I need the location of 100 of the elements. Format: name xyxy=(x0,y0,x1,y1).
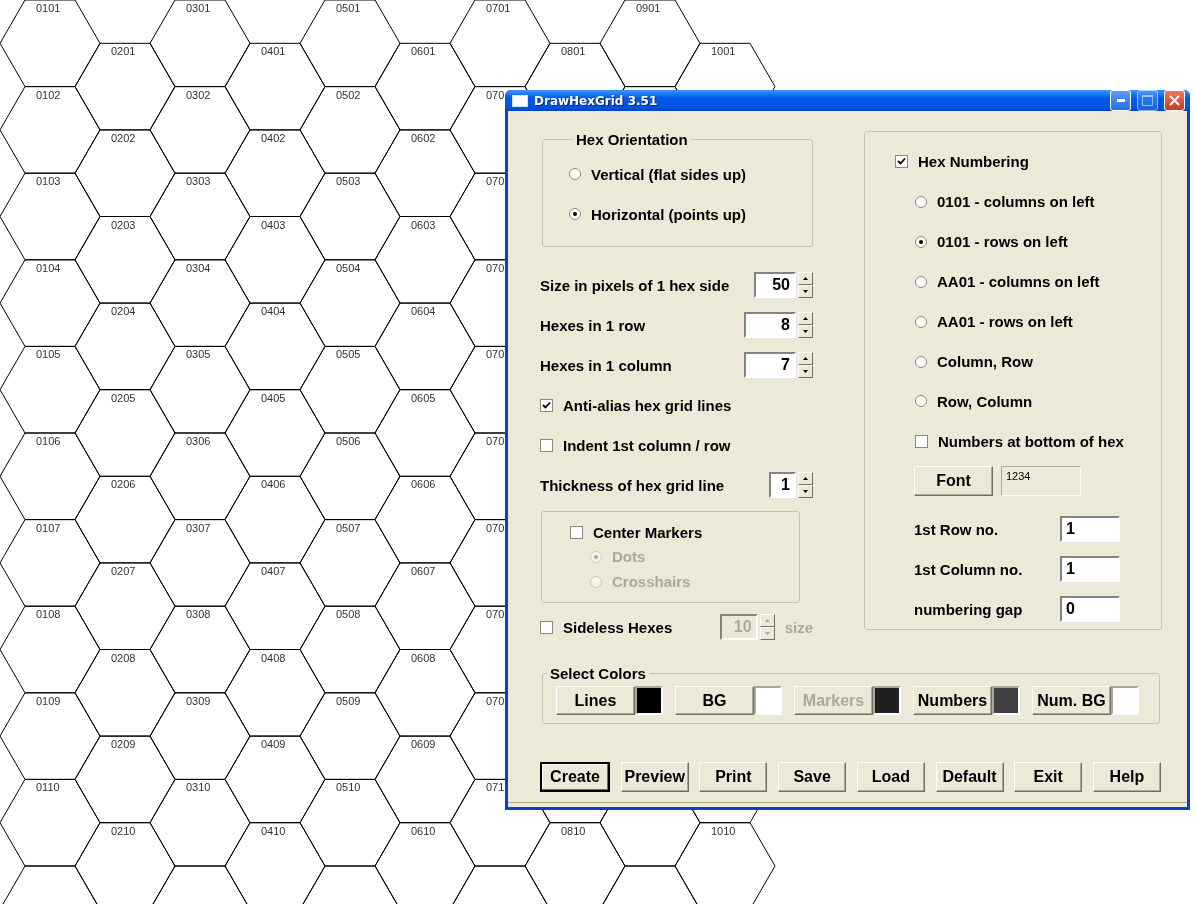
radio-button[interactable] xyxy=(915,235,927,248)
hex-number: 0602 xyxy=(411,131,436,144)
radio-label: Column, Row xyxy=(937,353,1033,371)
spin-up-button[interactable] xyxy=(798,312,813,325)
window-icon xyxy=(512,93,528,108)
hex-number: 0504 xyxy=(336,261,361,274)
spin-up-button[interactable] xyxy=(798,352,813,365)
hex-number: 070 xyxy=(486,175,505,188)
maximize-button[interactable] xyxy=(1137,90,1158,111)
radio-label: Horizontal (points up) xyxy=(591,205,746,223)
number-field[interactable]: 1 xyxy=(1060,556,1120,583)
checkbox[interactable] xyxy=(895,155,908,169)
radio-button[interactable] xyxy=(915,395,927,408)
spin-field[interactable]: 50 xyxy=(754,272,796,298)
hex-number: 0208 xyxy=(111,651,136,664)
spin-down-button[interactable] xyxy=(759,627,775,640)
radio-button[interactable] xyxy=(915,275,927,288)
hex-number: 0307 xyxy=(186,521,211,534)
hex-number: 070 xyxy=(486,694,505,707)
hex-number: 0505 xyxy=(336,348,361,361)
number-field[interactable]: 1 xyxy=(1060,516,1120,543)
down-arrow-icon xyxy=(803,330,808,333)
action-button[interactable]: Preview xyxy=(620,762,689,792)
spin-up-button[interactable] xyxy=(798,272,813,285)
color-button[interactable]: Numbers xyxy=(913,686,992,715)
hex-number: 0605 xyxy=(411,391,436,404)
hex-number: 0810 xyxy=(561,824,586,837)
radio-label: Dots xyxy=(612,548,646,565)
color-button[interactable]: Lines xyxy=(556,686,635,715)
hex-number: 0608 xyxy=(411,651,436,664)
action-button[interactable]: Default xyxy=(935,762,1004,792)
radio-button[interactable] xyxy=(915,355,927,368)
down-arrow-icon xyxy=(803,490,808,493)
radio-label: Vertical (flat sides up) xyxy=(591,165,747,183)
action-button[interactable]: Create xyxy=(540,762,610,792)
minimize-icon xyxy=(1116,99,1125,102)
radio-button[interactable] xyxy=(915,195,927,208)
maximize-icon xyxy=(1142,95,1153,106)
close-icon xyxy=(1169,95,1180,106)
hex-number: 0310 xyxy=(186,781,211,794)
spin-down-button[interactable] xyxy=(798,485,813,498)
action-button[interactable]: Save xyxy=(778,762,847,792)
hex-number: 0101 xyxy=(36,2,61,14)
hex-number: 0110 xyxy=(36,781,60,794)
spin-field[interactable]: 7 xyxy=(744,352,796,378)
checkbox[interactable] xyxy=(570,525,583,539)
hex-number: 0509 xyxy=(336,694,361,707)
font-preview: 1234 xyxy=(1001,466,1081,497)
font-button[interactable]: Font xyxy=(914,466,993,497)
spin-down-button[interactable] xyxy=(798,285,813,298)
hex-number: 0209 xyxy=(111,738,136,751)
checkbox-label: Hex Numbering xyxy=(918,153,1029,171)
radio-button[interactable] xyxy=(915,315,927,328)
action-button[interactable]: Help xyxy=(1092,762,1161,792)
down-arrow-icon xyxy=(764,632,770,635)
down-arrow-icon xyxy=(803,370,808,373)
hex-number: 0107 xyxy=(36,521,61,534)
radio-label: AA01 - rows on left xyxy=(937,313,1073,331)
field-label: numbering gap xyxy=(914,600,1024,618)
hex-number: 0210 xyxy=(111,824,136,837)
hex-number: 1010 xyxy=(711,824,736,837)
down-arrow-icon xyxy=(803,290,808,293)
hex-number: 0303 xyxy=(186,175,211,188)
hex-number: 0108 xyxy=(36,608,61,621)
number-field[interactable]: 0 xyxy=(1060,596,1120,623)
checkmark-icon xyxy=(897,157,906,167)
action-button[interactable]: Print xyxy=(699,762,768,792)
spin-down-button[interactable] xyxy=(798,325,813,338)
hex-number: 0408 xyxy=(261,651,286,664)
hex-number: 0201 xyxy=(111,45,136,58)
hex-number: 0105 xyxy=(36,348,61,361)
spin-up-button[interactable] xyxy=(759,614,775,627)
color-button[interactable]: BG xyxy=(675,686,754,715)
action-button[interactable]: Exit xyxy=(1014,762,1083,792)
spin-field[interactable]: 1 xyxy=(769,472,796,498)
hex-number: 0308 xyxy=(186,608,211,621)
checkbox[interactable] xyxy=(915,434,928,448)
hex-number: 0501 xyxy=(336,2,361,14)
checkbox[interactable] xyxy=(540,398,553,412)
radio-button[interactable] xyxy=(569,208,581,220)
up-arrow-icon xyxy=(764,619,770,622)
checkbox[interactable] xyxy=(540,438,553,452)
spin-down-button[interactable] xyxy=(798,365,813,378)
hex-number: 0409 xyxy=(261,738,286,751)
action-button[interactable]: Load xyxy=(856,762,925,792)
hex-number: 0604 xyxy=(411,305,436,318)
color-button[interactable]: Num. BG xyxy=(1032,686,1111,715)
up-arrow-icon xyxy=(803,477,808,480)
spin-up-button[interactable] xyxy=(798,472,813,485)
hex-number: 0508 xyxy=(336,608,361,621)
spin-field[interactable]: 8 xyxy=(744,312,796,338)
radio-button[interactable] xyxy=(569,168,581,180)
hex-number: 0901 xyxy=(636,2,661,14)
close-button[interactable] xyxy=(1164,90,1185,111)
hex-number: 0102 xyxy=(36,88,61,101)
checkbox-label: Center Markers xyxy=(593,523,703,541)
minimize-button[interactable] xyxy=(1110,90,1131,111)
up-arrow-icon xyxy=(803,357,808,360)
radio-label: 0101 - rows on left xyxy=(937,233,1068,251)
hex-number: 070 xyxy=(486,88,505,101)
